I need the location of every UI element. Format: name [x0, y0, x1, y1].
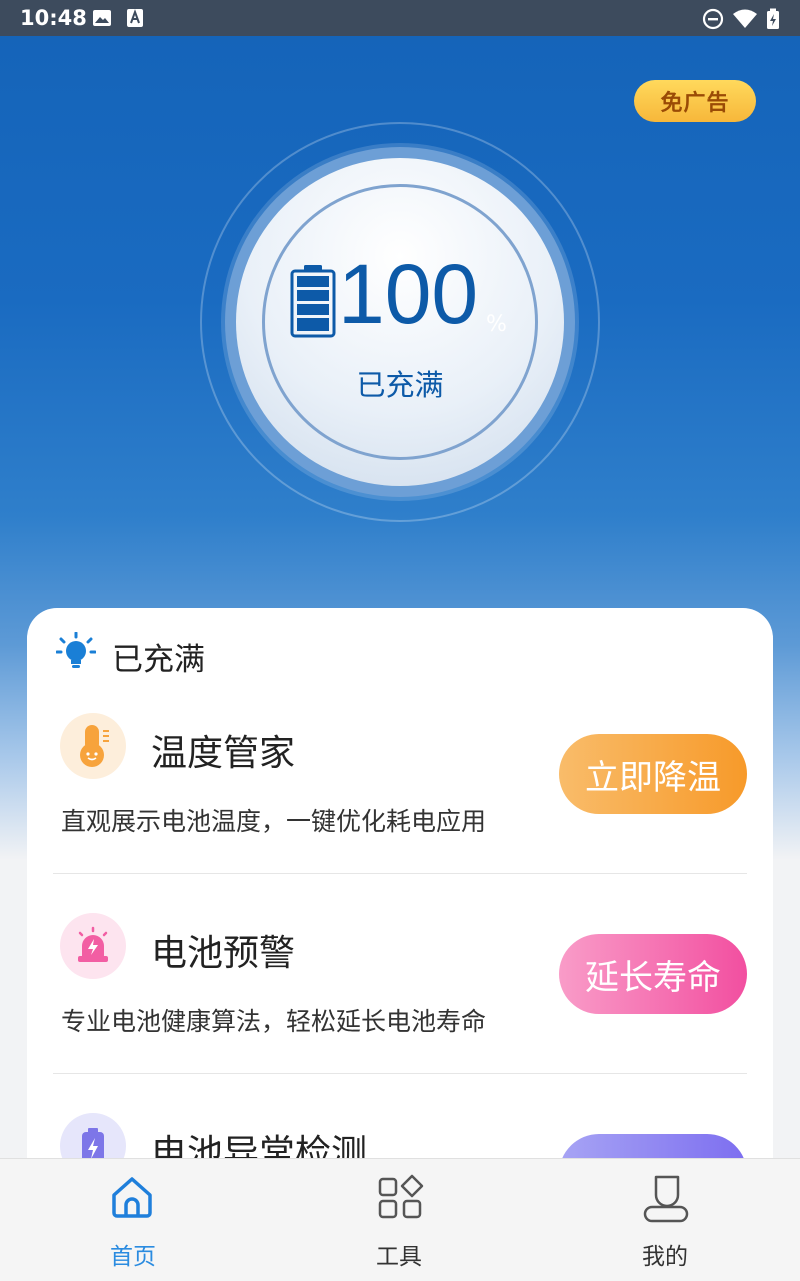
feature-temperature[interactable]: 温度管家 直观展示电池温度，一键优化耗电应用 立即降温: [27, 700, 773, 900]
battery-status-icon: [766, 8, 780, 34]
battery-percent-sign: %: [486, 312, 507, 337]
feature-description: 直观展示电池温度，一键优化耗电应用: [61, 807, 487, 836]
battery-percent-value: 100: [338, 247, 479, 341]
divider: [53, 1073, 747, 1074]
status-time: 10:48: [20, 6, 87, 30]
feature-battery-alert[interactable]: 电池预警 专业电池健康算法，轻松延长电池寿命 延长寿命: [27, 900, 773, 1100]
home-icon: [108, 1173, 156, 1225]
tab-home[interactable]: 首页: [0, 1159, 266, 1281]
grid-icon: [376, 1173, 424, 1225]
ad-free-button[interactable]: 免广告: [634, 80, 756, 122]
tab-label: 我的: [642, 1244, 688, 1270]
tab-profile[interactable]: 我的: [532, 1159, 798, 1281]
feature-battery-anomaly[interactable]: 电池异常检测: [27, 1100, 773, 1158]
battery-full-icon: [290, 264, 336, 342]
profile-icon: [642, 1173, 690, 1229]
card-status-text: 已充满: [112, 642, 205, 678]
bottom-tab-bar: 首页 工具 我的: [0, 1158, 800, 1281]
battery-bolt-icon: [60, 1113, 126, 1158]
extend-life-button[interactable]: 延长寿命: [559, 934, 747, 1014]
wifi-icon: [732, 8, 758, 34]
image-notification-icon: [92, 8, 112, 32]
feature-description: 专业电池健康算法，轻松延长电池寿命: [61, 1007, 487, 1036]
feature-title: 电池预警: [151, 933, 296, 974]
divider: [53, 873, 747, 874]
do-not-disturb-icon: [702, 8, 724, 34]
feature-title: 温度管家: [151, 733, 296, 774]
feature-title: 电池异常检测: [151, 1133, 368, 1158]
font-notification-icon: [126, 8, 144, 32]
thermometer-icon: [60, 713, 126, 779]
lightbulb-icon: [55, 631, 97, 676]
cool-down-button[interactable]: 立即降温: [559, 734, 747, 814]
tab-label: 首页: [110, 1244, 156, 1270]
charging-status-text: 已充满: [356, 368, 444, 402]
tab-tools[interactable]: 工具: [266, 1159, 532, 1281]
alarm-icon: [60, 913, 126, 979]
tab-label: 工具: [376, 1244, 422, 1270]
detect-button[interactable]: [559, 1134, 747, 1158]
status-bar: 10:48: [0, 0, 800, 36]
